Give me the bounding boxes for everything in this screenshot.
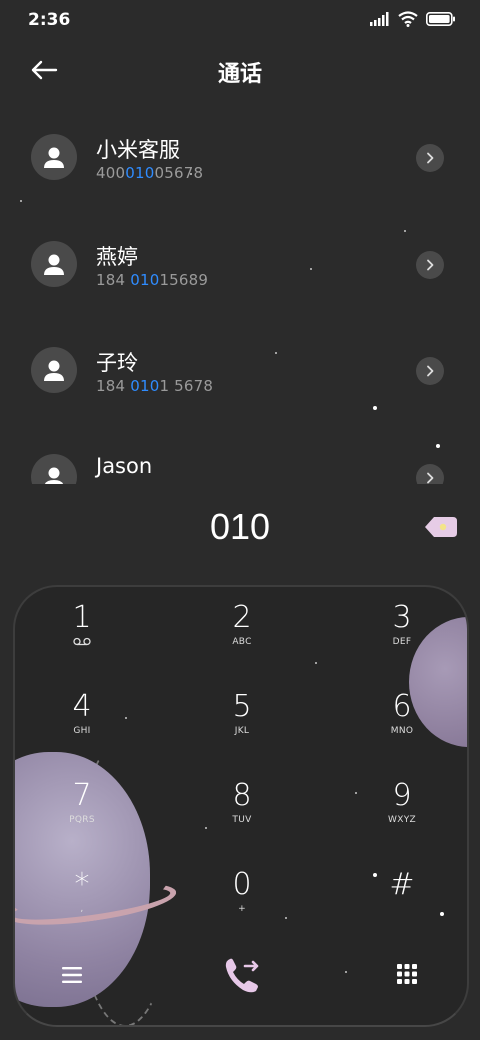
- menu-icon: [62, 967, 82, 983]
- key-2[interactable]: 2 ABC: [182, 601, 302, 681]
- star-decoration: [315, 662, 317, 664]
- battery-icon: [426, 12, 455, 26]
- key-letters: ABC: [232, 637, 252, 647]
- backspace-icon: [425, 517, 457, 537]
- number-suffix: 15689: [159, 271, 209, 289]
- key-digit: 8: [232, 778, 252, 813]
- contact-results-list: 小米客服 40001005678 燕婷 184 01015689 子玲 184 …: [0, 104, 480, 484]
- key-digit: 7: [72, 778, 92, 813]
- person-icon: [44, 360, 64, 381]
- contact-number: 40001005678: [96, 164, 203, 182]
- key-letters: ,: [80, 904, 84, 914]
- number-match-highlight: 010: [130, 271, 160, 289]
- chevron-right-icon: [427, 472, 434, 484]
- key-6[interactable]: 6 MNO: [342, 690, 462, 770]
- status-bar: 2:36: [0, 0, 480, 40]
- contact-name: 小米客服: [96, 138, 180, 162]
- call-button[interactable]: [221, 953, 265, 997]
- number-prefix: 184: [96, 377, 131, 395]
- key-9[interactable]: 9 WXYZ: [342, 779, 462, 859]
- contact-detail-button[interactable]: [416, 251, 444, 279]
- key-letters: GHI: [73, 726, 91, 736]
- number-match-highlight: 010: [125, 164, 155, 182]
- number-suffix: 05678: [154, 164, 204, 182]
- status-time: 2:36: [28, 10, 71, 30]
- contact-row[interactable]: 小米客服 40001005678: [0, 104, 480, 210]
- contact-detail-button[interactable]: [416, 144, 444, 172]
- signal-icon: [370, 12, 389, 26]
- key-letters: JKL: [234, 726, 250, 736]
- keypad-panel: 1 2 ABC 3 DEF 4 GHI 5 JKL 6 MNO 7 PQRS 8…: [13, 585, 469, 1027]
- key-letters: +: [238, 904, 246, 914]
- key-digit: 9: [392, 778, 412, 813]
- key-digit: 2: [232, 600, 252, 635]
- status-icons: [370, 11, 456, 27]
- number-prefix: 400: [96, 164, 126, 182]
- chevron-right-icon: [427, 365, 434, 377]
- number-prefix: 184: [96, 271, 131, 289]
- person-icon: [44, 467, 64, 484]
- chevron-right-icon: [427, 152, 434, 164]
- key-digit: 0: [232, 867, 252, 902]
- avatar: [31, 347, 77, 393]
- dialer-screen: 2:36 通话 小米客服 40001005678 燕婷 184 01015689…: [0, 0, 480, 1040]
- page-title: 通话: [217, 62, 262, 87]
- contact-detail-button[interactable]: [416, 464, 444, 484]
- keypad-bottom-bar: [15, 947, 467, 1007]
- number-suffix: 1 5678: [159, 377, 214, 395]
- key-3[interactable]: 3 DEF: [342, 601, 462, 681]
- key-digit: #: [389, 867, 415, 902]
- call-icon: [225, 958, 259, 993]
- key-letters: PQRS: [69, 815, 95, 825]
- keypad-icon: [397, 964, 417, 984]
- number-match-highlight: 010: [130, 377, 160, 395]
- dial-display: 010: [0, 500, 480, 560]
- key-letters: TUV: [232, 815, 252, 825]
- contact-number: 184 01015689: [96, 271, 208, 289]
- key-digit: 3: [392, 600, 412, 635]
- contact-row[interactable]: 子玲 184 0101 5678: [0, 317, 480, 423]
- key-digit: 1: [72, 600, 92, 635]
- key-5[interactable]: 5 JKL: [182, 690, 302, 770]
- key-4[interactable]: 4 GHI: [22, 690, 142, 770]
- contact-name: 子玲: [96, 351, 138, 375]
- menu-button[interactable]: [61, 965, 85, 987]
- key-letters: WXYZ: [388, 815, 416, 825]
- key-star[interactable]: * ,: [22, 868, 142, 948]
- chevron-right-icon: [427, 259, 434, 271]
- contact-number: 184 0101 5678: [96, 377, 213, 395]
- key-7[interactable]: 7 PQRS: [22, 779, 142, 859]
- key-8[interactable]: 8 TUV: [182, 779, 302, 859]
- wifi-icon: [398, 11, 418, 27]
- person-icon: [44, 147, 64, 168]
- avatar: [31, 241, 77, 287]
- key-0[interactable]: 0 +: [182, 868, 302, 948]
- key-hash[interactable]: #: [342, 868, 462, 948]
- contact-name: Jason: [96, 454, 153, 478]
- backspace-button[interactable]: [424, 516, 458, 538]
- contact-row[interactable]: Jason: [0, 424, 480, 484]
- key-letters: DEF: [392, 637, 412, 647]
- avatar: [31, 454, 77, 484]
- dialed-number[interactable]: 010: [0, 506, 480, 548]
- key-1[interactable]: 1: [22, 601, 142, 681]
- key-digit: 4: [72, 689, 92, 724]
- contact-row[interactable]: 燕婷 184 01015689: [0, 211, 480, 317]
- key-digit: *: [74, 867, 90, 902]
- key-digit: 6: [392, 689, 412, 724]
- keypad-toggle-button[interactable]: [396, 963, 420, 987]
- key-letters: MNO: [390, 726, 414, 736]
- person-icon: [44, 254, 64, 275]
- avatar: [31, 134, 77, 180]
- contact-name: 燕婷: [96, 245, 138, 269]
- voicemail-icon: [22, 637, 142, 649]
- key-digit: 5: [232, 689, 252, 724]
- header: 通话: [0, 44, 480, 96]
- contact-detail-button[interactable]: [416, 357, 444, 385]
